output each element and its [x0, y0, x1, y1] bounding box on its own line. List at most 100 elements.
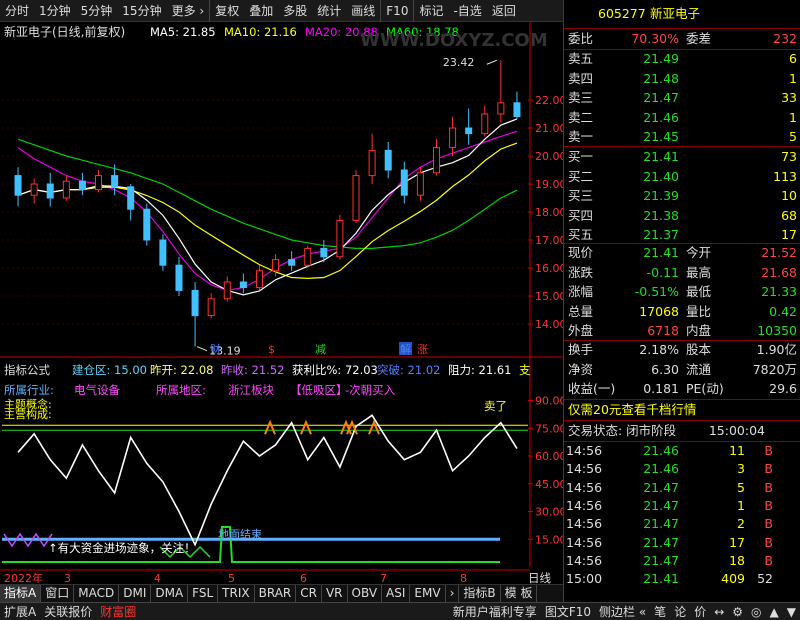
bottom-right-1[interactable]: 图文F10 — [541, 603, 595, 620]
tick-side: B — [764, 461, 773, 477]
indicator-tab-4[interactable]: DMA — [151, 585, 189, 602]
indicator-tab-11[interactable]: ASI — [382, 585, 411, 602]
ask-price: 21.49 — [643, 51, 679, 66]
indicator-tab-0[interactable]: 指标A — [0, 585, 42, 602]
candle-body — [272, 259, 280, 272]
divider — [564, 146, 800, 147]
watermark: WWW.DOXYZ.COM — [360, 30, 548, 51]
bottom-right-4[interactable]: 论 — [670, 603, 690, 620]
tick-time: 14:56 — [566, 534, 603, 550]
indicator-tab-2[interactable]: MACD — [74, 585, 120, 602]
event-marker-3[interactable]: 解 — [400, 342, 411, 356]
bottom-right-8[interactable]: ◎ — [747, 603, 765, 620]
event-marker-2[interactable]: 减 — [315, 343, 326, 356]
event-marker-4[interactable]: 涨 — [417, 343, 428, 356]
candle-body — [513, 102, 521, 118]
tick-row: 14:56 21.47 1 B — [564, 497, 800, 515]
indicator-tab-13[interactable]: › — [446, 585, 460, 602]
promo-link[interactable]: 仅需20元查看千档行情 — [568, 401, 696, 419]
indicator-header-label[interactable]: 指标公式 — [4, 363, 50, 377]
stat-value: -0.51% — [634, 284, 679, 299]
indicator-tab-6[interactable]: TRIX — [218, 585, 255, 602]
price-tick-label: 20.00 — [535, 150, 563, 163]
candle-body — [352, 175, 360, 221]
ask-volume: 33 — [781, 90, 797, 105]
fund-value: 2.18% — [639, 342, 679, 357]
stock-code: 605277 — [598, 6, 646, 21]
toolbar-item-0[interactable]: 分时 — [0, 0, 34, 22]
candle-body — [336, 219, 344, 258]
toolbar: 分时 1分钟 5分钟 15分钟 更多 › 复权 叠加 多股 统计 画线 F10 标记 -自选 返回 — [0, 0, 563, 22]
bid-label: 买五 — [568, 227, 594, 242]
toolbar-item-11[interactable]: 标记 — [413, 0, 448, 22]
indicator-tab-5[interactable]: FSL — [188, 585, 219, 602]
kline-chart[interactable]: 新亚电子(日线,前复权) MA5: 21.85 MA10: 21.16 MA20: 2… — [0, 22, 567, 585]
bottom-left-2[interactable]: 财富圈 — [96, 603, 140, 620]
bottom-right-10[interactable]: ▼ — [783, 603, 800, 620]
candle-body — [416, 172, 424, 196]
toolbar-item-13[interactable]: 返回 — [487, 0, 521, 22]
period-label[interactable]: 日线 — [528, 571, 551, 585]
toolbar-item-10[interactable]: F10 — [380, 0, 413, 22]
status-row: 交易状态: 闭市阶段 15:00:04 — [564, 422, 800, 440]
toolbar-item-9[interactable]: 画线 — [346, 0, 380, 22]
tick-row: 14:56 21.46 3 B — [564, 460, 800, 478]
indicator-tab-10[interactable]: OBV — [348, 585, 383, 602]
toolbar-item-8[interactable]: 统计 — [312, 0, 346, 22]
indicator-tab-9[interactable]: VR — [322, 585, 348, 602]
tick-price: 21.47 — [643, 497, 679, 513]
bottom-right-0[interactable]: 新用户福利专享 — [449, 603, 541, 620]
x-axis-label: 6 — [300, 572, 307, 584]
x-axis-label: 5 — [228, 572, 235, 584]
ask-label: 卖三 — [568, 90, 594, 105]
indicator-tab-1[interactable]: 窗口 — [41, 585, 75, 602]
event-marker-1[interactable]: $ — [268, 343, 275, 356]
bottom-right-2[interactable]: 侧边栏 « — [595, 603, 650, 620]
fund-label: PE(动) — [686, 381, 724, 396]
buy-signal-icon — [346, 419, 358, 435]
bottom-left-1[interactable]: 关联报价 — [40, 603, 96, 620]
indicator-tab-14[interactable]: 指标B — [459, 585, 501, 602]
tick-price: 21.47 — [643, 552, 679, 568]
toolbar-item-1[interactable]: 1分钟 — [34, 0, 76, 22]
fund-label: 净资 — [568, 361, 594, 377]
stat-label: 内盘 — [686, 323, 712, 338]
toolbar-item-2[interactable]: 5分钟 — [76, 0, 118, 22]
bottom-right-9[interactable]: ▲ — [766, 603, 783, 620]
chart-area[interactable]: 新亚电子(日线,前复权) MA5: 21.85 MA10: 21.16 MA20: 2… — [0, 22, 567, 602]
tick-side: B — [764, 516, 773, 532]
event-marker-0[interactable]: 财 — [210, 342, 221, 356]
indicator-tab-12[interactable]: EMV — [410, 585, 446, 602]
bottom-right-7[interactable]: ⚙ — [728, 603, 747, 620]
toolbar-item-5[interactable]: 复权 — [209, 0, 244, 22]
indicator-tab-3[interactable]: DMI — [119, 585, 152, 602]
tick-time: 14:56 — [566, 443, 603, 458]
bottom-right-5[interactable]: 价 — [690, 603, 710, 620]
stat-label: 涨幅 — [568, 284, 594, 299]
bottom-left-0[interactable]: 扩展A — [0, 603, 40, 620]
bid-price: 21.40 — [643, 168, 679, 184]
toolbar-item-7[interactable]: 多股 — [278, 0, 312, 22]
candle-body — [14, 175, 22, 196]
indicator-value-6: 支 — [519, 363, 531, 377]
price-tick-label: 21.00 — [535, 122, 563, 135]
toolbar-item-6[interactable]: 叠加 — [244, 0, 278, 22]
tick-row: 14:56 21.47 5 B — [564, 479, 800, 497]
toolbar-item-3[interactable]: 15分钟 — [117, 0, 166, 22]
indicator-tab-7[interactable]: BRAR — [255, 585, 297, 602]
x-axis-label: 2022年 — [4, 571, 43, 584]
ask-volume: 1 — [789, 70, 797, 86]
candle-body — [384, 149, 392, 171]
candle-body — [320, 247, 328, 258]
weibi-value: 70.30% — [631, 31, 679, 46]
toolbar-item-4[interactable]: 更多 › — [167, 0, 210, 22]
tick-row: 15:00 21.41 409 52 — [564, 570, 800, 588]
bottom-right-3[interactable]: 笔 — [650, 603, 670, 620]
toolbar-item-12[interactable]: -自选 — [448, 0, 486, 22]
candle-body — [255, 270, 263, 289]
candle-body — [481, 113, 489, 135]
ask-volume: 6 — [789, 51, 797, 66]
bottom-right-6[interactable]: ↔ — [710, 603, 728, 620]
indicator-tab-8[interactable]: CR — [296, 585, 322, 602]
indicator-tab-15[interactable]: 模 板 — [501, 585, 538, 602]
